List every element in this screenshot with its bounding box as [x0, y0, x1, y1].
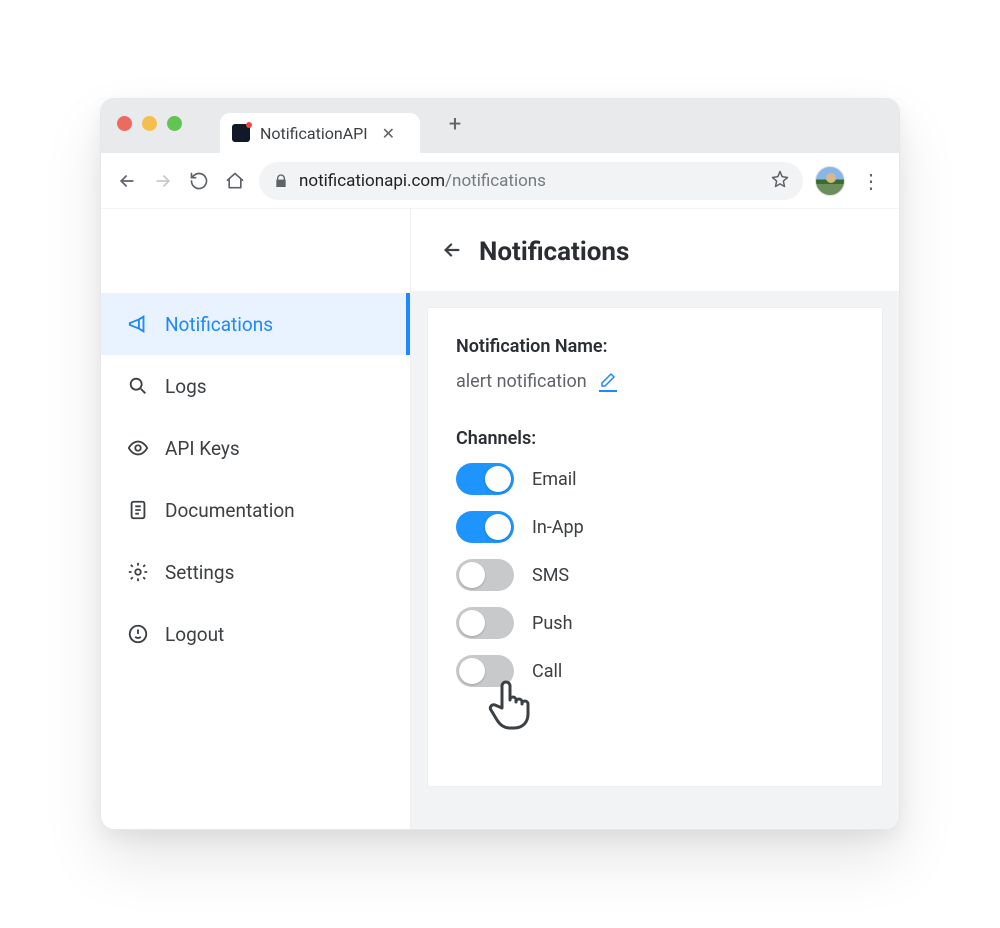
document-icon [127, 499, 149, 521]
channel-row-call: Call [456, 655, 854, 687]
toggle-call[interactable] [456, 655, 514, 687]
window-controls [117, 116, 182, 131]
sidebar-item-notifications[interactable]: Notifications [101, 293, 410, 355]
browser-menu-button[interactable]: ⋮ [857, 171, 885, 191]
cursor-pointer-icon [486, 678, 534, 738]
app-content: Notifications Logs API Keys Documentatio… [101, 209, 899, 829]
sidebar-item-api-keys[interactable]: API Keys [101, 417, 410, 479]
maximize-window-button[interactable] [167, 116, 182, 131]
minimize-window-button[interactable] [142, 116, 157, 131]
reload-button[interactable] [187, 169, 211, 193]
edit-name-button[interactable] [599, 371, 617, 392]
toggle-sms[interactable] [456, 559, 514, 591]
channel-label: In-App [532, 517, 584, 538]
sidebar-item-logout[interactable]: Logout [101, 603, 410, 665]
sidebar-item-label: Documentation [165, 499, 295, 522]
channels-list: Email In-App SMS Push [456, 463, 854, 687]
home-button[interactable] [223, 169, 247, 193]
toggle-push[interactable] [456, 607, 514, 639]
profile-avatar[interactable] [815, 166, 845, 196]
channel-label: Email [532, 469, 577, 490]
bookmark-button[interactable] [771, 170, 789, 192]
sidebar-item-documentation[interactable]: Documentation [101, 479, 410, 541]
sidebar-item-label: API Keys [165, 437, 240, 460]
browser-tab[interactable]: NotificationAPI ✕ [220, 113, 420, 153]
sidebar-item-label: Notifications [165, 313, 273, 336]
notification-panel: Notification Name: alert notification Ch… [427, 307, 883, 787]
sidebar-item-label: Logout [165, 623, 224, 646]
channels-field-label: Channels: [456, 428, 854, 449]
channel-row-sms: SMS [456, 559, 854, 591]
lock-icon [273, 173, 289, 189]
main-area: Notifications Notification Name: alert n… [411, 209, 899, 829]
channel-label: Push [532, 613, 572, 634]
forward-button[interactable] [151, 169, 175, 193]
channel-label: Call [532, 661, 562, 682]
megaphone-icon [127, 313, 149, 335]
back-button[interactable] [115, 169, 139, 193]
gear-icon [127, 561, 149, 583]
tab-bar: NotificationAPI ✕ + [101, 99, 899, 153]
sidebar-item-label: Settings [165, 561, 234, 584]
page-header: Notifications [411, 209, 899, 291]
pencil-icon [599, 371, 617, 389]
name-row: alert notification [456, 371, 854, 392]
new-tab-button[interactable]: + [440, 109, 470, 139]
channel-row-inapp: In-App [456, 511, 854, 543]
channel-label: SMS [532, 565, 569, 586]
panel-container: Notification Name: alert notification Ch… [411, 291, 899, 829]
close-tab-button[interactable]: ✕ [378, 122, 399, 145]
url-path: /notifications [445, 171, 546, 191]
search-icon [127, 375, 149, 397]
logout-icon [127, 623, 149, 645]
browser-window: NotificationAPI ✕ + notificationapi.com/… [100, 98, 900, 830]
address-bar: notificationapi.com/notifications ⋮ [101, 153, 899, 209]
omnibox[interactable]: notificationapi.com/notifications [259, 162, 803, 200]
close-window-button[interactable] [117, 116, 132, 131]
sidebar-item-logs[interactable]: Logs [101, 355, 410, 417]
name-field-label: Notification Name: [456, 336, 854, 357]
sidebar-item-settings[interactable]: Settings [101, 541, 410, 603]
notification-name-value: alert notification [456, 371, 587, 392]
tab-favicon [232, 124, 250, 142]
sidebar-item-label: Logs [165, 375, 207, 398]
url-host: notificationapi.com [299, 171, 445, 191]
page-title: Notifications [479, 237, 629, 267]
channel-row-push: Push [456, 607, 854, 639]
sidebar: Notifications Logs API Keys Documentatio… [101, 209, 411, 829]
page-back-button[interactable] [441, 239, 463, 265]
eye-icon [127, 437, 149, 459]
toggle-inapp[interactable] [456, 511, 514, 543]
url-text: notificationapi.com/notifications [299, 171, 761, 191]
toggle-email[interactable] [456, 463, 514, 495]
tab-title: NotificationAPI [260, 124, 368, 143]
channel-row-email: Email [456, 463, 854, 495]
